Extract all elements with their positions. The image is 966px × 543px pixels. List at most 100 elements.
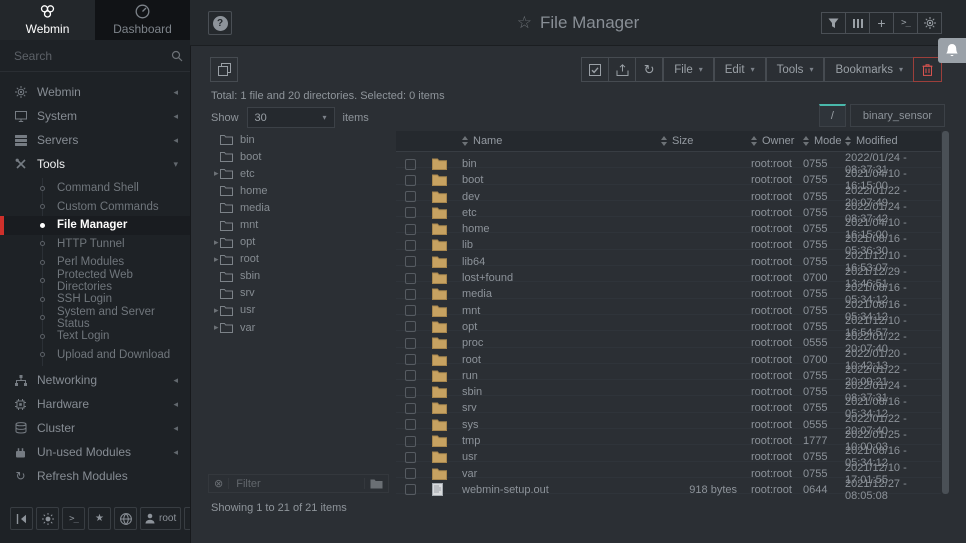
row-checkbox[interactable]	[405, 452, 416, 463]
column-header-owner[interactable]: Owner	[751, 135, 803, 147]
menu-bookmarks[interactable]: Bookmarks▾	[824, 57, 914, 82]
tree-item-var[interactable]: ▸var	[206, 319, 391, 336]
sidebar-item-un-used-modules[interactable]: Un-used Modules◂	[0, 440, 190, 464]
sidebar-item-refresh-modules[interactable]: ↻Refresh Modules	[0, 464, 190, 488]
name-cell[interactable]: proc	[462, 337, 661, 349]
filter-input[interactable]	[234, 477, 359, 491]
table-row[interactable]: mntroot:root07552021/08/16 - 05:34:12	[396, 299, 941, 315]
row-checkbox[interactable]	[405, 403, 416, 414]
name-cell[interactable]: dev	[462, 191, 661, 203]
tree-item-media[interactable]: media	[206, 199, 391, 216]
table-row[interactable]: usrroot:root07552021/08/16 - 05:34:12	[396, 445, 941, 461]
menu-file[interactable]: File▾	[663, 57, 714, 82]
favorites-icon[interactable]: ★	[88, 507, 111, 530]
row-checkbox[interactable]	[405, 484, 416, 495]
sidebar-item-custom-commands[interactable]: Custom Commands	[0, 198, 190, 217]
table-row[interactable]: rootroot:root07002022/01/20 - 10:42:13	[396, 348, 941, 364]
table-row[interactable]: runroot:root07552022/01/22 - 20:09:21	[396, 364, 941, 380]
sidebar-item-cluster[interactable]: Cluster◂	[0, 416, 190, 440]
sidebar-item-webmin[interactable]: Webmin◂	[0, 80, 190, 104]
caret-right-icon[interactable]: ▸	[206, 237, 220, 248]
table-row[interactable]: devroot:root07552022/01/22 - 20:07:49	[396, 185, 941, 201]
row-checkbox[interactable]	[405, 468, 416, 479]
name-cell[interactable]: lib	[462, 239, 661, 251]
sidebar-item-http-tunnel[interactable]: HTTP Tunnel	[0, 235, 190, 254]
name-cell[interactable]: lib64	[462, 256, 661, 268]
row-checkbox[interactable]	[405, 436, 416, 447]
name-cell[interactable]: media	[462, 288, 661, 300]
sidebar-item-system[interactable]: System◂	[0, 104, 190, 128]
tree-item-home[interactable]: home	[206, 182, 391, 199]
clear-filter-icon[interactable]: ⊗	[214, 477, 223, 490]
name-cell[interactable]: tmp	[462, 435, 661, 447]
name-cell[interactable]: usr	[462, 451, 661, 463]
sidebar-item-command-shell[interactable]: Command Shell	[0, 179, 190, 198]
name-cell[interactable]: bin	[462, 158, 661, 170]
user-button[interactable]: root	[140, 507, 181, 530]
column-header-size[interactable]: Size	[661, 135, 751, 147]
sidebar-item-text-login[interactable]: Text Login	[0, 327, 190, 346]
table-row[interactable]: lib64root:root07552021/12/10 - 16:53:07	[396, 250, 941, 266]
row-checkbox[interactable]	[405, 240, 416, 251]
table-row[interactable]: homeroot:root07552021/04/10 - 16:15:00	[396, 217, 941, 233]
name-cell[interactable]: webmin-setup.out	[462, 484, 661, 496]
table-row[interactable]: binroot:root07552022/01/24 - 08:37:31	[396, 152, 941, 168]
sidebar-item-protected-web-directories[interactable]: Protected Web Directories	[0, 272, 190, 291]
row-checkbox[interactable]	[405, 256, 416, 267]
refresh-button[interactable]: ↻	[635, 57, 663, 82]
table-row[interactable]: tmproot:root17772022/01/25 - 10:00:03	[396, 429, 941, 445]
caret-right-icon[interactable]: ▸	[206, 254, 220, 265]
settings-icon[interactable]	[917, 12, 942, 34]
sidebar-item-system-and-server-status[interactable]: System and Server Status	[0, 309, 190, 328]
tree-item-srv[interactable]: srv	[206, 285, 391, 302]
row-checkbox[interactable]	[405, 354, 416, 365]
name-cell[interactable]: sbin	[462, 386, 661, 398]
name-cell[interactable]: var	[462, 468, 661, 480]
table-scrollbar[interactable]	[942, 131, 949, 494]
name-cell[interactable]: boot	[462, 174, 661, 186]
caret-right-icon[interactable]: ▸	[206, 322, 220, 333]
sidebar-item-file-manager[interactable]: File Manager	[0, 216, 190, 235]
name-cell[interactable]: run	[462, 370, 661, 382]
row-checkbox[interactable]	[405, 224, 416, 235]
row-checkbox[interactable]	[405, 175, 416, 186]
sidebar-item-tools[interactable]: Tools▾	[0, 152, 190, 176]
table-row[interactable]: webmin-setup.out918 bytesroot:root064420…	[396, 478, 941, 494]
folder-select-icon[interactable]	[370, 478, 383, 489]
menu-edit[interactable]: Edit▾	[714, 57, 766, 82]
row-checkbox[interactable]	[405, 419, 416, 430]
name-cell[interactable]: home	[462, 223, 661, 235]
row-checkbox[interactable]	[405, 159, 416, 170]
paste-buffer-button[interactable]	[210, 57, 238, 82]
name-cell[interactable]: opt	[462, 321, 661, 333]
table-row[interactable]: mediaroot:root07552021/08/16 - 05:34:12	[396, 282, 941, 298]
share-button[interactable]	[608, 57, 636, 82]
table-row[interactable]: etcroot:root07552022/01/24 - 08:37:42	[396, 201, 941, 217]
sidebar-item-hardware[interactable]: Hardware◂	[0, 392, 190, 416]
add-icon[interactable]: +	[869, 12, 894, 34]
table-row[interactable]: lost+foundroot:root07002021/12/29 - 13:4…	[396, 266, 941, 282]
name-cell[interactable]: etc	[462, 207, 661, 219]
sidebar-item-networking[interactable]: Networking◂	[0, 368, 190, 392]
row-checkbox[interactable]	[405, 273, 416, 284]
table-row[interactable]: srvroot:root07552021/08/16 - 05:34:12	[396, 396, 941, 412]
filter-icon[interactable]	[821, 12, 846, 34]
breadcrumb-current[interactable]: binary_sensor	[850, 104, 945, 127]
collapse-sidebar-icon[interactable]	[10, 507, 33, 530]
row-checkbox[interactable]	[405, 207, 416, 218]
search-input[interactable]	[12, 48, 171, 64]
row-checkbox[interactable]	[405, 370, 416, 381]
column-header-modified[interactable]: Modified	[845, 135, 941, 147]
select-all-button[interactable]	[581, 57, 609, 82]
name-cell[interactable]: sys	[462, 419, 661, 431]
tree-item-mnt[interactable]: mnt	[206, 216, 391, 233]
caret-right-icon[interactable]: ▸	[206, 168, 220, 179]
table-row[interactable]: sysroot:root05552022/01/22 - 20:07:40	[396, 413, 941, 429]
menu-tools[interactable]: Tools▾	[766, 57, 825, 82]
tree-item-opt[interactable]: ▸opt	[206, 234, 391, 251]
language-icon[interactable]	[114, 507, 137, 530]
row-checkbox[interactable]	[405, 387, 416, 398]
star-icon[interactable]: ☆	[517, 13, 532, 33]
table-row[interactable]: bootroot:root07552021/04/10 - 16:15:00	[396, 168, 941, 184]
table-row[interactable]: libroot:root07552021/08/16 - 05:36:30	[396, 233, 941, 249]
